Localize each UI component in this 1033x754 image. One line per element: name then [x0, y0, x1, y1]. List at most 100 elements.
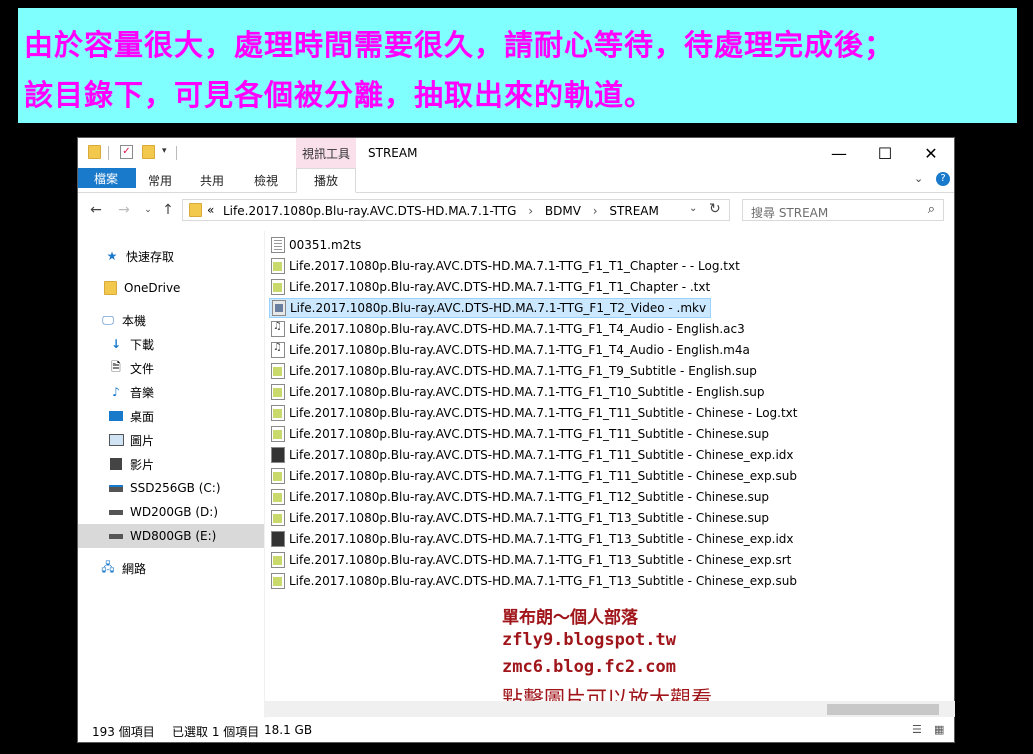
nav-desktop[interactable]: 桌面 — [78, 404, 264, 428]
help-icon[interactable]: ? — [936, 172, 950, 186]
file-row[interactable]: Life.2017.1080p.Blu-ray.AVC.DTS-HD.MA.7.… — [269, 571, 801, 591]
banner-line-2: 該目錄下，可見各個被分離，抽取出來的軌道。 — [24, 78, 655, 112]
file-icon — [271, 468, 285, 484]
details-view-icon[interactable]: ☰ — [912, 723, 922, 736]
forward-button[interactable]: → — [114, 200, 134, 220]
file-icon — [271, 321, 285, 337]
file-name: Life.2017.1080p.Blu-ray.AVC.DTS-HD.MA.7.… — [290, 301, 707, 315]
file-row[interactable]: Life.2017.1080p.Blu-ray.AVC.DTS-HD.MA.7.… — [269, 277, 714, 297]
file-icon — [271, 531, 285, 547]
drive-icon — [108, 481, 124, 495]
file-name: Life.2017.1080p.Blu-ray.AVC.DTS-HD.MA.7.… — [289, 448, 794, 462]
search-input[interactable]: 搜尋 STREAM ⌕ — [742, 199, 944, 221]
file-row[interactable]: Life.2017.1080p.Blu-ray.AVC.DTS-HD.MA.7.… — [269, 319, 749, 339]
instruction-banner: 由於容量很大，處理時間需要很久，請耐心等待，待處理完成後； 該目錄下，可見各個被… — [18, 8, 1017, 123]
nav-drive-e[interactable]: WD800GB (E:) — [78, 524, 264, 548]
file-row[interactable]: Life.2017.1080p.Blu-ray.AVC.DTS-HD.MA.7.… — [269, 298, 712, 318]
pictures-icon — [108, 433, 124, 447]
file-row[interactable]: Life.2017.1080p.Blu-ray.AVC.DTS-HD.MA.7.… — [269, 550, 795, 570]
file-icon — [271, 384, 285, 400]
item-count: 193 個項目 — [92, 725, 155, 739]
address-dropdown-icon[interactable]: ⌄ — [689, 203, 697, 214]
explorer-window: ✓ ▾ 視訊工具 STREAM — ☐ ✕ 檔案 常用 共用 檢視 播放 ⌄ ?… — [77, 137, 955, 743]
file-name: 00351.m2ts — [289, 238, 362, 252]
file-row[interactable]: Life.2017.1080p.Blu-ray.AVC.DTS-HD.MA.7.… — [269, 403, 801, 423]
document-icon: 🗎 — [111, 359, 121, 374]
file-row[interactable]: Life.2017.1080p.Blu-ray.AVC.DTS-HD.MA.7.… — [269, 256, 744, 276]
nav-drive-c[interactable]: SSD256GB (C:) — [78, 476, 264, 500]
quick-access-dropdown-icon[interactable]: ▾ — [162, 146, 167, 156]
file-row[interactable]: Life.2017.1080p.Blu-ray.AVC.DTS-HD.MA.7.… — [269, 361, 761, 381]
video-tools-tab[interactable]: 視訊工具 — [296, 138, 356, 168]
nav-videos[interactable]: 影片 — [78, 452, 264, 476]
file-name: Life.2017.1080p.Blu-ray.AVC.DTS-HD.MA.7.… — [289, 511, 770, 525]
nav-this-pc[interactable]: 🖵 本機 — [78, 308, 264, 332]
tab-play[interactable]: 播放 — [296, 168, 356, 193]
new-folder-icon[interactable] — [142, 145, 155, 159]
selected-size: 18.1 GB — [264, 723, 313, 737]
drive-icon — [108, 505, 124, 519]
nav-network[interactable]: 🖧 網路 — [78, 556, 264, 580]
maximize-button[interactable]: ☐ — [862, 138, 908, 168]
star-icon: ★ — [106, 249, 118, 263]
horizontal-scrollbar[interactable] — [265, 701, 955, 717]
file-icon — [271, 573, 285, 589]
nav-drive-d[interactable]: WD200GB (D:) — [78, 500, 264, 524]
file-row[interactable]: 00351.m2ts — [269, 235, 365, 255]
scrollbar-thumb[interactable] — [827, 704, 939, 715]
file-name: Life.2017.1080p.Blu-ray.AVC.DTS-HD.MA.7.… — [289, 280, 711, 294]
refresh-icon[interactable]: ↻ — [709, 201, 721, 217]
watermark-url-1: zfly9.blogspot.tw — [502, 630, 676, 650]
breadcrumb-item[interactable]: STREAM — [609, 204, 658, 218]
banner-line-1: 由於容量很大，處理時間需要很久，請耐心等待，待處理完成後； — [24, 28, 895, 62]
file-name: Life.2017.1080p.Blu-ray.AVC.DTS-HD.MA.7.… — [289, 427, 770, 441]
up-button[interactable]: ↑ — [158, 200, 178, 220]
tab-home[interactable]: 常用 — [138, 168, 182, 192]
large-icons-view-icon[interactable]: ▦ — [934, 723, 944, 736]
nav-pictures[interactable]: 圖片 — [78, 428, 264, 452]
ribbon-tabs: 檔案 常用 共用 檢視 播放 ⌄ ? — [78, 168, 954, 193]
file-row[interactable]: Life.2017.1080p.Blu-ray.AVC.DTS-HD.MA.7.… — [269, 466, 801, 486]
file-name: Life.2017.1080p.Blu-ray.AVC.DTS-HD.MA.7.… — [289, 343, 750, 357]
nav-onedrive[interactable]: OneDrive — [78, 276, 264, 300]
file-icon — [271, 363, 285, 379]
file-row[interactable]: Life.2017.1080p.Blu-ray.AVC.DTS-HD.MA.7.… — [269, 529, 798, 549]
tab-file[interactable]: 檔案 — [78, 168, 136, 188]
title-bar: ✓ ▾ 視訊工具 STREAM — ☐ ✕ — [78, 138, 954, 168]
file-row[interactable]: Life.2017.1080p.Blu-ray.AVC.DTS-HD.MA.7.… — [269, 508, 773, 528]
recent-locations-dropdown-icon[interactable]: ⌄ — [138, 200, 158, 220]
folder-icon — [189, 203, 202, 217]
file-row[interactable]: Life.2017.1080p.Blu-ray.AVC.DTS-HD.MA.7.… — [269, 382, 768, 402]
file-name: Life.2017.1080p.Blu-ray.AVC.DTS-HD.MA.7.… — [289, 532, 794, 546]
file-row[interactable]: Life.2017.1080p.Blu-ray.AVC.DTS-HD.MA.7.… — [269, 487, 773, 507]
minimize-button[interactable]: — — [816, 138, 862, 168]
breadcrumb-item[interactable]: BDMV — [545, 204, 581, 218]
nav-documents[interactable]: 🗎 文件 — [78, 356, 264, 380]
file-icon — [271, 552, 285, 568]
download-icon: ↓ — [110, 337, 122, 351]
address-bar[interactable]: « Life.2017.1080p.Blu-ray.AVC.DTS-HD.MA.… — [182, 199, 730, 221]
watermark-url-2: zmc6.blog.fc2.com — [502, 657, 676, 677]
file-row[interactable]: Life.2017.1080p.Blu-ray.AVC.DTS-HD.MA.7.… — [269, 340, 754, 360]
file-name: Life.2017.1080p.Blu-ray.AVC.DTS-HD.MA.7.… — [289, 322, 745, 336]
address-overflow[interactable]: « — [207, 203, 214, 217]
file-icon — [271, 447, 285, 463]
computer-icon: 🖵 — [102, 312, 114, 327]
file-row[interactable]: Life.2017.1080p.Blu-ray.AVC.DTS-HD.MA.7.… — [269, 445, 798, 465]
properties-icon[interactable]: ✓ — [120, 145, 133, 159]
file-icon — [271, 405, 285, 421]
watermark-blog-name: 單布朗～個人部落 — [502, 608, 638, 628]
back-button[interactable]: ← — [86, 200, 106, 220]
tab-view[interactable]: 檢視 — [244, 168, 288, 192]
nav-music[interactable]: ♪ 音樂 — [78, 380, 264, 404]
search-icon[interactable]: ⌕ — [928, 202, 935, 217]
expand-ribbon-icon[interactable]: ⌄ — [914, 172, 923, 185]
file-row[interactable]: Life.2017.1080p.Blu-ray.AVC.DTS-HD.MA.7.… — [269, 424, 773, 444]
nav-quick-access[interactable]: ★ 快速存取 — [78, 244, 264, 268]
close-button[interactable]: ✕ — [908, 138, 954, 168]
tab-share[interactable]: 共用 — [190, 168, 234, 192]
file-name: Life.2017.1080p.Blu-ray.AVC.DTS-HD.MA.7.… — [289, 574, 797, 588]
breadcrumb-item[interactable]: Life.2017.1080p.Blu-ray.AVC.DTS-HD.MA.7.… — [223, 204, 516, 218]
nav-downloads[interactable]: ↓ 下載 — [78, 332, 264, 356]
file-icon — [271, 237, 285, 253]
